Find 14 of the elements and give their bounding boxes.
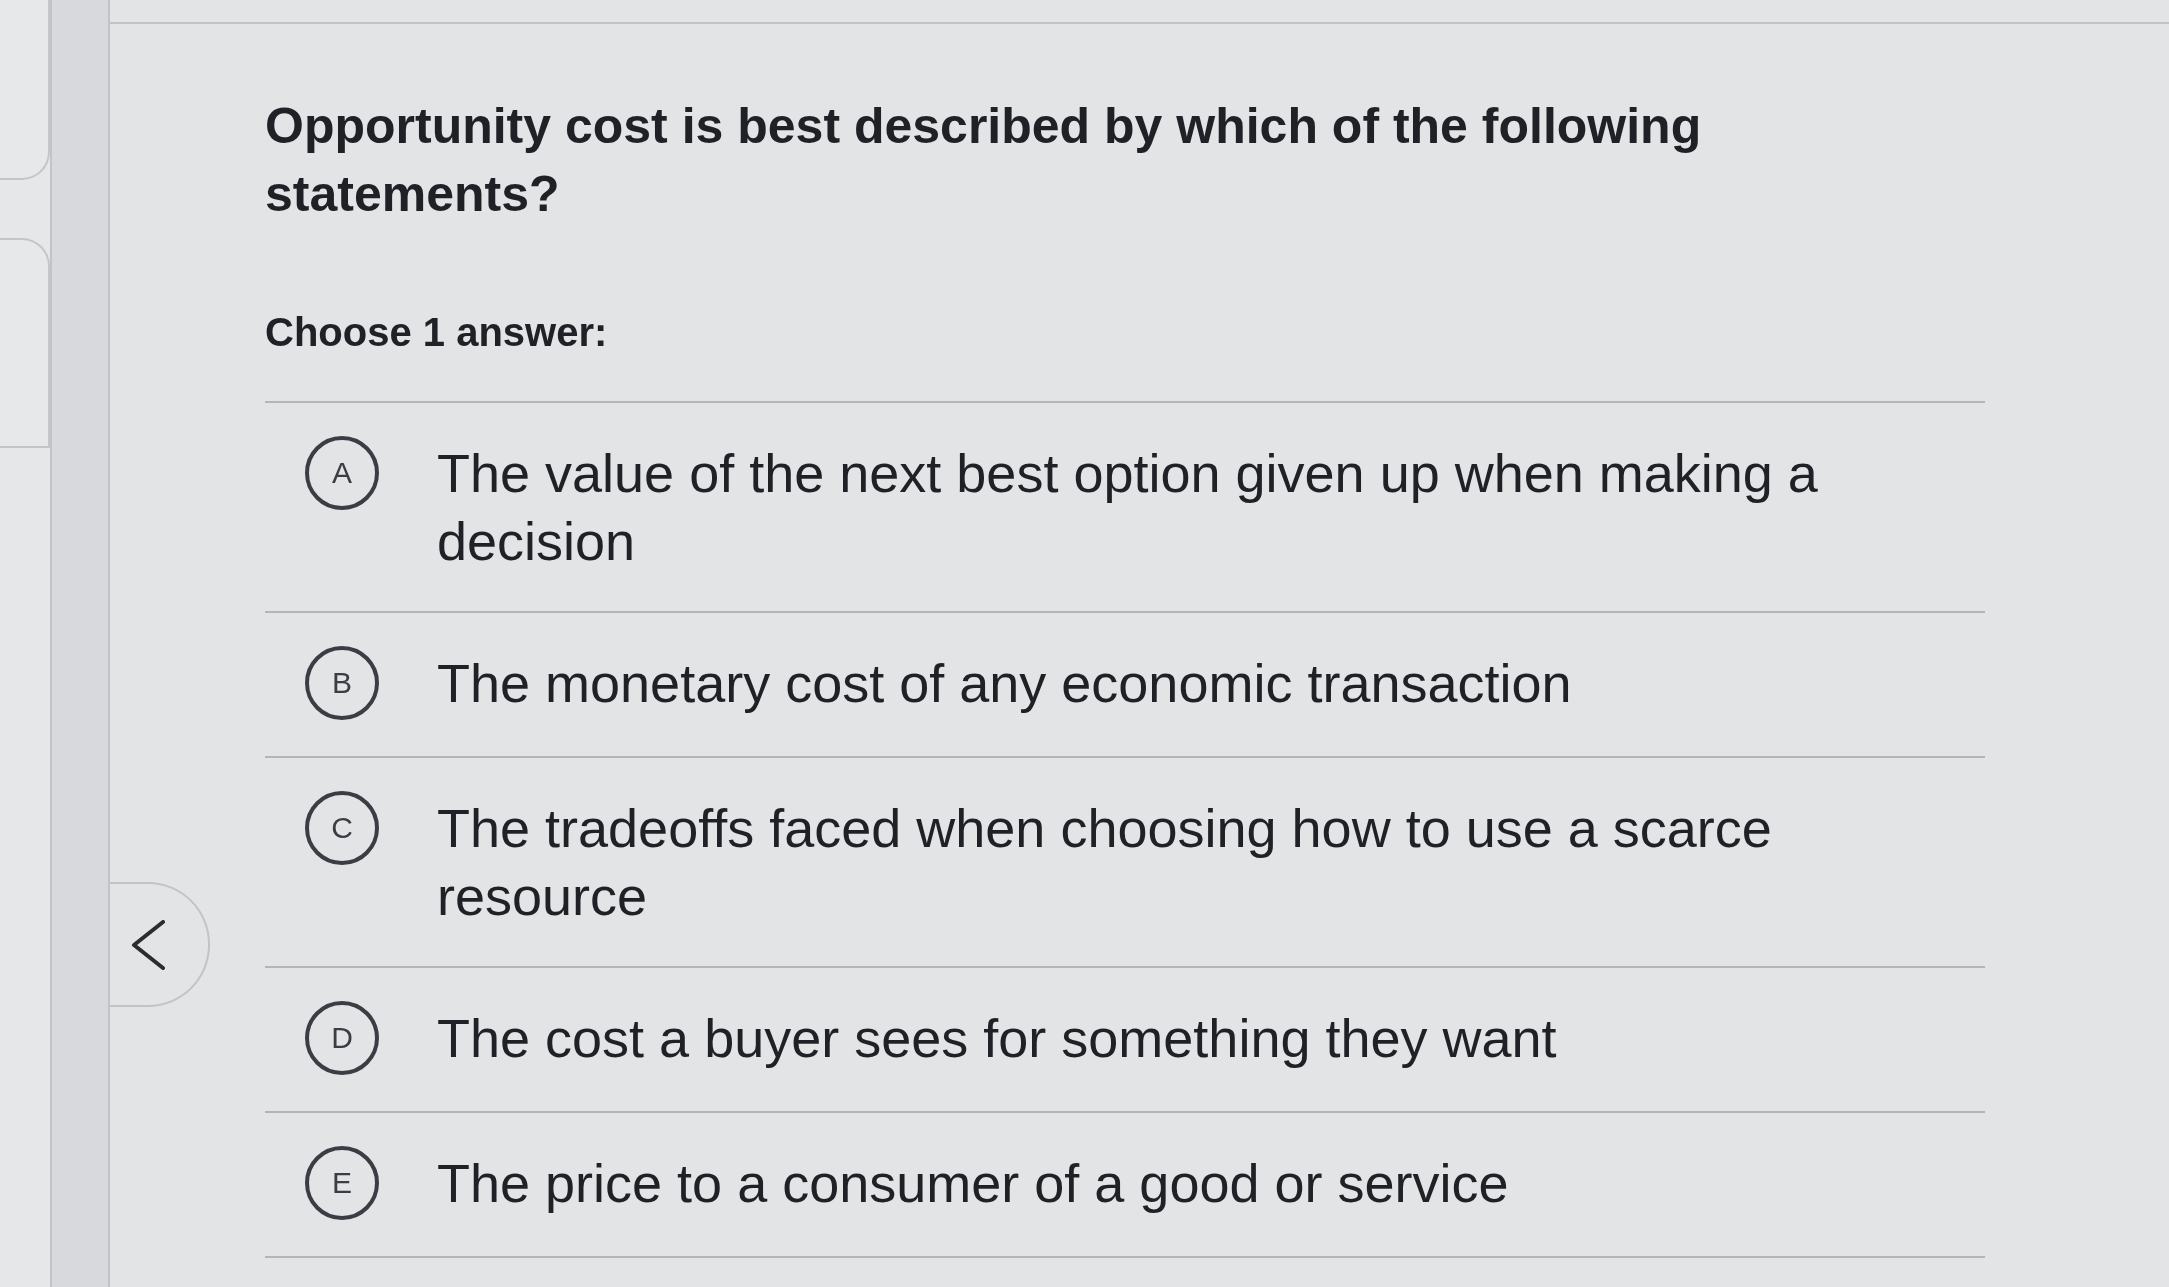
choice-text: The cost a buyer sees for something they want xyxy=(437,1007,1557,1070)
question-text: Opportunity cost is best described by which of the following statements? xyxy=(265,97,1703,224)
choice-radio[interactable]: C xyxy=(305,791,379,865)
choice-text: The monetary cost of any economic transaction xyxy=(437,652,1572,715)
choice-text: The price to a consumer of a good or service xyxy=(437,1152,1509,1215)
back-button[interactable] xyxy=(110,882,210,1007)
choice-radio[interactable]: B xyxy=(305,646,379,720)
choice-radio[interactable]: E xyxy=(305,1146,379,1220)
choice-radio[interactable]: A xyxy=(305,436,379,510)
chevron-left-icon xyxy=(130,919,166,970)
choice-radio[interactable]: D xyxy=(305,1001,379,1075)
choice-text: The value of the next best option given up when making a decision xyxy=(437,442,1819,573)
choice-text: The tradeoffs faced when choosing how to use a scarce resource xyxy=(437,797,1773,928)
instruction-text: Choose 1 answer: xyxy=(265,309,608,356)
